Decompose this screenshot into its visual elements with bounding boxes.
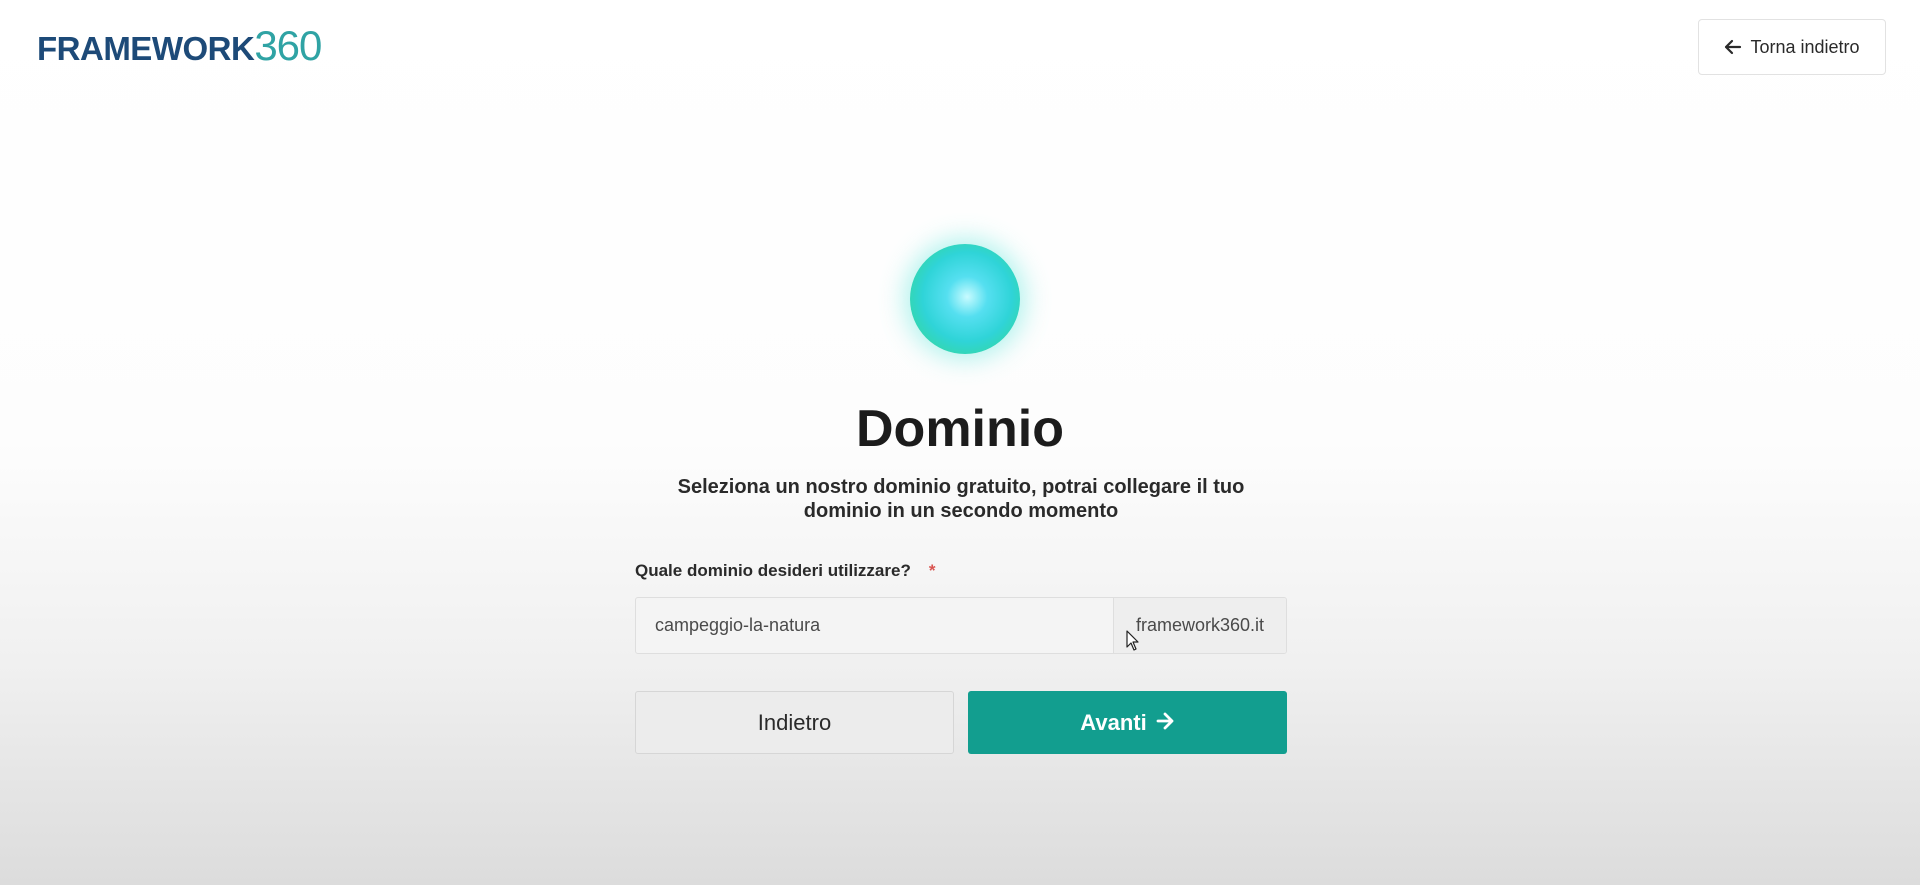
- arrow-left-icon: [1724, 39, 1742, 55]
- previous-button-label: Indietro: [757, 709, 832, 735]
- required-marker: *: [928, 561, 936, 580]
- arrow-right-icon: [1155, 710, 1175, 736]
- page-title: Dominio: [856, 400, 1064, 458]
- framework360-logo: FRAMEWORK360: [37, 22, 322, 69]
- back-button-label: Torna indietro: [1750, 36, 1860, 57]
- next-button[interactable]: Avanti: [968, 691, 1287, 754]
- glowing-orb-illustration: [910, 244, 1020, 354]
- back-to-previous-button[interactable]: Torna indietro: [1698, 19, 1886, 75]
- page-subtitle: Seleziona un nostro dominio gratuito, po…: [677, 476, 1245, 522]
- domain-field-label: Quale dominio desideri utilizzare? *: [635, 561, 935, 581]
- logo-number: 360: [254, 22, 322, 69]
- domain-input-group: framework360.it: [635, 597, 1287, 654]
- domain-input[interactable]: [636, 598, 1113, 653]
- domain-field-label-text: Quale dominio desideri utilizzare?: [635, 561, 911, 580]
- previous-button[interactable]: Indietro: [635, 691, 954, 754]
- logo-word: FRAMEWORK: [37, 30, 255, 67]
- next-button-label: Avanti: [1080, 709, 1147, 735]
- mouse-cursor-icon: [1126, 630, 1140, 657]
